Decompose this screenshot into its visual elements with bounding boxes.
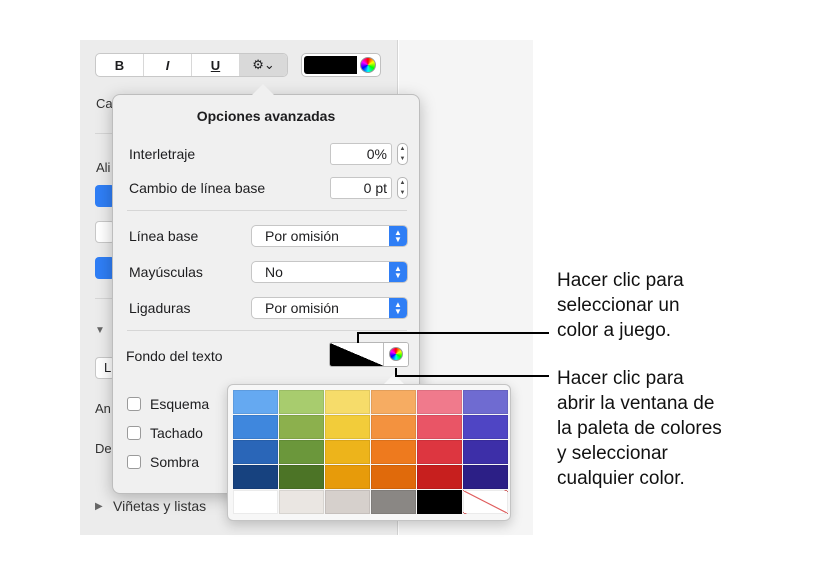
color-swatch[interactable]: [371, 415, 416, 439]
strikethrough-label: Tachado: [150, 425, 203, 441]
color-swatch[interactable]: [371, 490, 416, 514]
color-swatch[interactable]: [279, 415, 324, 439]
shadow-checkbox[interactable]: [127, 455, 141, 469]
baseline-shift-field[interactable]: 0 pt: [330, 177, 392, 199]
divider: [127, 210, 407, 211]
disclosure-triangle-icon[interactable]: ▶: [95, 501, 103, 512]
capitalization-popup[interactable]: No ▲ ▼: [251, 261, 408, 283]
character-style-label: Ca: [96, 96, 113, 111]
alignment-label: Ali: [96, 160, 111, 175]
color-swatch[interactable]: [279, 490, 324, 514]
color-swatch[interactable]: [325, 490, 370, 514]
callout-line: cualquier color.: [557, 468, 685, 489]
text-color-well[interactable]: [301, 53, 381, 77]
spacing-label-2: De: [95, 441, 112, 456]
color-swatch[interactable]: [371, 440, 416, 464]
baseline-label: Línea base: [129, 228, 199, 244]
color-swatch-grid: [233, 390, 508, 514]
callout-leader-vertical: [357, 333, 359, 343]
no-color-swatch[interactable]: [463, 490, 508, 514]
kerning-label: Interletraje: [129, 146, 196, 162]
callout-line: Hacer clic para: [557, 368, 684, 389]
color-swatch[interactable]: [233, 390, 278, 414]
color-swatch[interactable]: [325, 415, 370, 439]
kerning-stepper[interactable]: ▲ ▼: [397, 143, 408, 165]
underline-button[interactable]: U: [192, 54, 240, 76]
color-swatch[interactable]: [325, 390, 370, 414]
callout-leader-horizontal: [357, 332, 549, 334]
text-background-swatch[interactable]: [330, 343, 384, 366]
popup-arrows-icon: ▲ ▼: [389, 226, 407, 246]
callout-open-palette: Hacer clic para abrir la ventana de la p…: [557, 366, 722, 491]
color-swatch[interactable]: [279, 390, 324, 414]
strikethrough-checkbox[interactable]: [127, 426, 141, 440]
callout-line: Hacer clic para: [557, 270, 684, 291]
callout-match-color: Hacer clic para seleccionar un color a j…: [557, 268, 684, 343]
color-palette-popover: [227, 384, 511, 521]
callout-leader-horizontal-2: [395, 375, 549, 377]
color-wheel-icon: [389, 347, 403, 361]
ligatures-popup-value: Por omisión: [265, 300, 339, 316]
color-swatch[interactable]: [417, 415, 462, 439]
color-swatch[interactable]: [371, 390, 416, 414]
color-swatch[interactable]: [417, 390, 462, 414]
color-swatch[interactable]: [233, 440, 278, 464]
capitalization-popup-value: No: [265, 264, 283, 280]
color-swatch[interactable]: [417, 465, 462, 489]
kerning-field[interactable]: 0%: [330, 143, 392, 165]
callout-line: y seleccionar: [557, 443, 668, 464]
popup-arrows-icon: ▲ ▼: [389, 298, 407, 318]
popup-arrows-icon: ▲ ▼: [389, 262, 407, 282]
bullets-lists-section[interactable]: Viñetas y listas: [113, 498, 206, 514]
callout-line: color a juego.: [557, 320, 672, 341]
shadow-label: Sombra: [150, 454, 200, 470]
baseline-shift-stepper[interactable]: ▲ ▼: [397, 177, 408, 199]
italic-button[interactable]: I: [144, 54, 192, 76]
bold-button[interactable]: B: [96, 54, 144, 76]
capitalization-label: Mayúsculas: [129, 264, 203, 280]
callout-line: seleccionar un: [557, 295, 680, 316]
color-palette-button[interactable]: [383, 343, 408, 366]
color-swatch[interactable]: [417, 490, 462, 514]
color-swatch[interactable]: [463, 390, 508, 414]
divider: [127, 330, 407, 331]
color-swatch[interactable]: [233, 490, 278, 514]
ligatures-label: Ligaduras: [129, 300, 191, 316]
text-color-swatch[interactable]: [304, 56, 357, 74]
color-wheel-icon[interactable]: [360, 57, 376, 73]
color-swatch[interactable]: [417, 440, 462, 464]
color-swatch[interactable]: [233, 465, 278, 489]
outline-checkbox[interactable]: [127, 397, 141, 411]
color-swatch[interactable]: [279, 465, 324, 489]
advanced-options-gear-button[interactable]: ⚙︎⌄: [240, 54, 287, 76]
color-swatch[interactable]: [463, 415, 508, 439]
color-swatch[interactable]: [325, 465, 370, 489]
baseline-popup-value: Por omisión: [265, 228, 339, 244]
color-swatch[interactable]: [279, 440, 324, 464]
baseline-popup[interactable]: Por omisión ▲ ▼: [251, 225, 408, 247]
text-background-label: Fondo del texto: [126, 348, 223, 364]
color-swatch[interactable]: [463, 440, 508, 464]
color-swatch[interactable]: [463, 465, 508, 489]
color-swatch[interactable]: [371, 465, 416, 489]
font-style-buttons: B I U ⚙︎⌄: [95, 53, 288, 77]
callout-line: la paleta de colores: [557, 418, 722, 439]
outline-label: Esquema: [150, 396, 210, 412]
ligatures-popup[interactable]: Por omisión ▲ ▼: [251, 297, 408, 319]
popover-title: Opciones avanzadas: [196, 108, 336, 124]
color-swatch[interactable]: [325, 440, 370, 464]
baseline-shift-label: Cambio de línea base: [129, 180, 266, 196]
disclosure-triangle-icon[interactable]: ▼: [95, 325, 105, 336]
text-background-color-well: [329, 342, 409, 367]
spacing-label: An: [95, 401, 111, 416]
popover-arrow: [252, 84, 274, 95]
color-swatch[interactable]: [233, 415, 278, 439]
callout-line: abrir la ventana de: [557, 393, 715, 414]
